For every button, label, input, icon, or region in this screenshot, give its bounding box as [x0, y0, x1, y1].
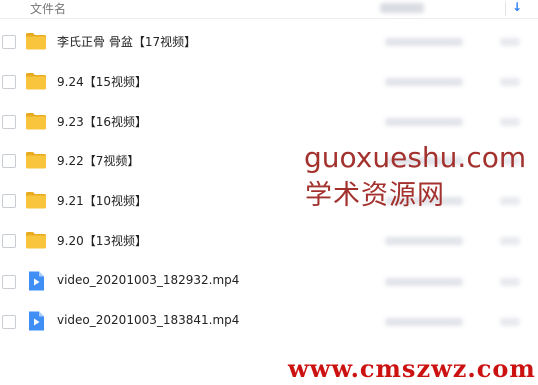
modified-date-blurred [385, 278, 463, 286]
folder-row[interactable]: 9.20【13视频】 [0, 221, 538, 261]
file-name[interactable]: 李氏正骨 骨盆【17视频】 [57, 33, 196, 50]
row-checkbox[interactable] [2, 194, 16, 208]
file-size-blurred [500, 38, 520, 46]
watermark-xueshu-ziyuanwang: 学术资源网 [305, 180, 445, 211]
file-name[interactable]: 9.20【13视频】 [57, 232, 147, 249]
file-size-blurred [500, 237, 520, 245]
folder-icon [25, 110, 47, 132]
file-size-blurred [500, 78, 520, 86]
folder-row[interactable]: 9.21【10视频】 [0, 181, 538, 221]
modified-date-blurred [385, 118, 463, 126]
file-name[interactable]: 9.24【15视频】 [57, 73, 147, 90]
row-checkbox[interactable] [2, 154, 16, 168]
folder-icon [25, 189, 47, 211]
file-size-blurred [500, 318, 520, 326]
row-checkbox[interactable] [2, 115, 16, 129]
file-name[interactable]: video_20201003_182932.mp4 [57, 273, 239, 287]
row-checkbox[interactable] [2, 275, 16, 289]
column-separator [505, 2, 506, 16]
row-checkbox[interactable] [2, 234, 16, 248]
watermark-cmszwz: www.cmszwz.com [288, 354, 536, 383]
file-name[interactable]: video_20201003_183841.mp4 [57, 313, 239, 327]
sort-down-arrow-icon[interactable]: ↓ [512, 0, 522, 14]
modified-date-blurred [385, 318, 463, 326]
file-size-blurred [500, 278, 520, 286]
folder-icon [25, 229, 47, 251]
column-header-filename[interactable]: 文件名 [30, 0, 66, 17]
file-row[interactable]: video_20201003_182932.mp4 [0, 262, 538, 302]
file-name[interactable]: 9.21【10视频】 [57, 192, 147, 209]
modified-date-blurred [385, 38, 463, 46]
file-list-header: 文件名 ↓ [0, 0, 538, 19]
folder-row[interactable]: 9.24【15视频】 [0, 62, 538, 102]
folder-icon [25, 70, 47, 92]
folder-row[interactable]: 9.23【16视频】 [0, 102, 538, 142]
modified-date-blurred [385, 78, 463, 86]
row-checkbox[interactable] [2, 315, 16, 329]
folder-row[interactable]: 李氏正骨 骨盆【17视频】 [0, 22, 538, 62]
video-file-icon [25, 270, 47, 292]
file-size-blurred [500, 118, 520, 126]
row-checkbox[interactable] [2, 75, 16, 89]
file-size-blurred [500, 197, 520, 205]
folder-icon [25, 30, 47, 52]
file-name[interactable]: 9.23【16视频】 [57, 113, 147, 130]
watermark-guoxueshu: guoxueshu.com [304, 141, 527, 174]
column-header-modified-blurred[interactable] [380, 3, 424, 13]
row-checkbox[interactable] [2, 35, 16, 49]
file-row[interactable]: video_20201003_183841.mp4 [0, 302, 538, 342]
file-name[interactable]: 9.22【7视频】 [57, 152, 139, 169]
video-file-icon [25, 310, 47, 332]
folder-icon [25, 149, 47, 171]
modified-date-blurred [385, 237, 463, 245]
